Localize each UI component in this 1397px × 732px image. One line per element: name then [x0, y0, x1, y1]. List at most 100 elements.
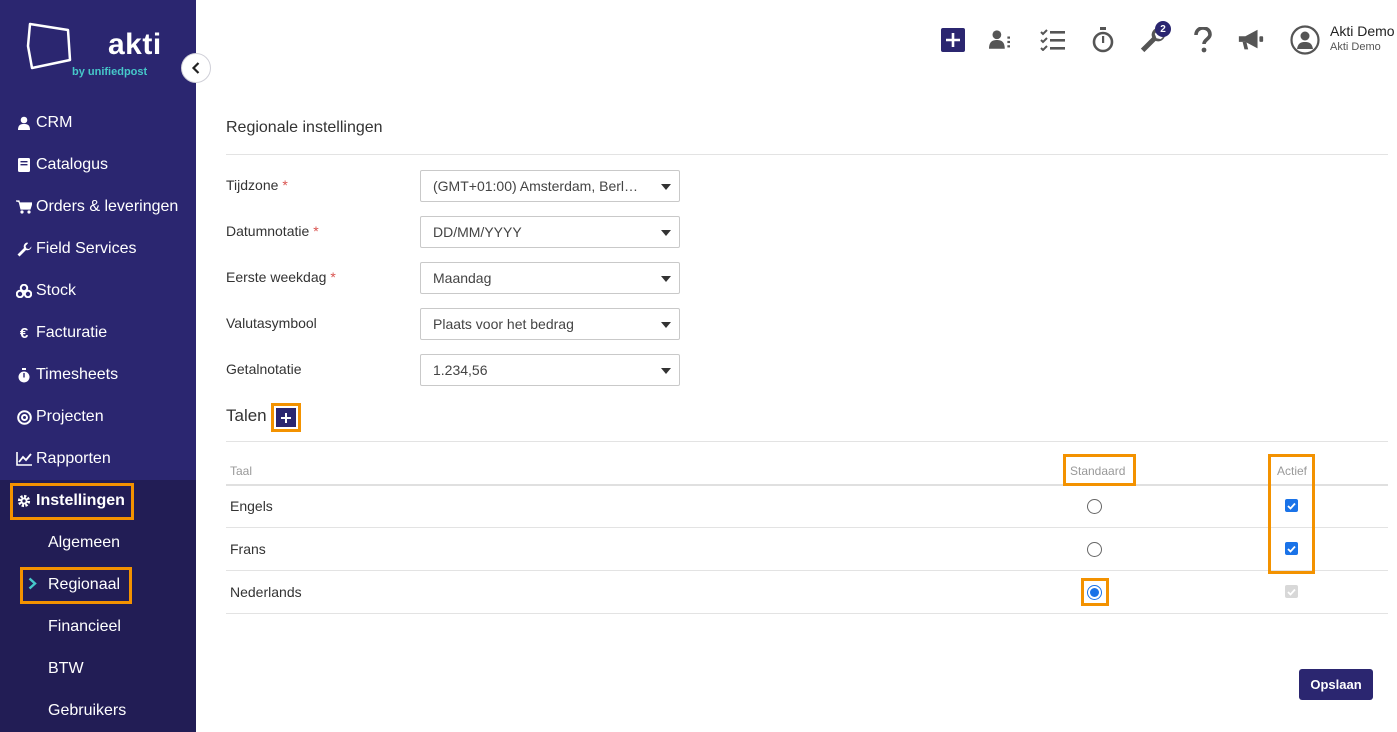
sidebar-item-label: Facturatie [36, 324, 108, 341]
logo-mark-icon [26, 22, 72, 70]
caret-down-icon [661, 322, 671, 328]
help-button[interactable] [1189, 26, 1217, 54]
sidebar-subitem-label: Algemeen [48, 534, 121, 551]
sidebar-item-rapporten[interactable]: Rapporten [0, 438, 196, 480]
user-name: Akti Demo [1330, 23, 1395, 39]
select-value: Maandag [433, 270, 492, 286]
save-button[interactable]: Opslaan [1299, 669, 1373, 700]
sidebar-item-label: Projecten [36, 408, 104, 425]
select-value: DD/MM/YYYY [433, 224, 522, 240]
sidebar-nav: CRM Catalogus Orders & leveringen Field … [0, 102, 196, 480]
cart-icon [16, 199, 32, 215]
sidebar-item-label: Catalogus [36, 156, 109, 173]
first-weekday-select[interactable]: Maandag [420, 262, 680, 294]
caret-down-icon [661, 184, 671, 190]
sidebar-item-label: Timesheets [36, 366, 119, 383]
number-format-select[interactable]: 1.234,56 [420, 354, 680, 386]
table-row-divider [226, 613, 1388, 614]
sidebar-item-crm[interactable]: CRM [0, 102, 196, 144]
table-row-divider [226, 527, 1388, 528]
sidebar-item-stock[interactable]: Stock [0, 270, 196, 312]
tasks-button[interactable] [1039, 26, 1067, 54]
sidebar-item-timesheets[interactable]: Timesheets [0, 354, 196, 396]
default-language-radio[interactable] [1087, 499, 1102, 514]
sidebar-item-orders[interactable]: Orders & leveringen [0, 186, 196, 228]
sidebar-subitem-algemeen[interactable]: Algemeen [0, 522, 196, 564]
sidebar-subitem-btw[interactable]: BTW [0, 648, 196, 690]
megaphone-icon [1238, 29, 1264, 50]
user-icon [16, 115, 32, 131]
add-language-button[interactable] [271, 403, 301, 432]
label-text: Valutasymbool [226, 315, 317, 331]
user-menu[interactable]: Akti Demo Akti Demo [1290, 22, 1397, 58]
notification-badge: 2 [1155, 21, 1171, 37]
field-label-currency-symbol: Valutasymbool [226, 315, 317, 331]
sidebar-item-label: CRM [36, 114, 73, 131]
sidebar-subitem-financieel[interactable]: Financieel [0, 606, 196, 648]
sidebar-subitem-label: Financieel [48, 618, 121, 635]
user-company: Akti Demo [1330, 41, 1381, 53]
highlight-default-column [1063, 454, 1136, 486]
brand-tagline: by unifiedpost [72, 66, 148, 78]
announcements-button[interactable] [1237, 26, 1265, 54]
user-list-icon [989, 30, 1010, 49]
date-format-select[interactable]: DD/MM/YYYY [420, 216, 680, 248]
question-icon [1194, 27, 1212, 53]
required-marker: * [313, 223, 319, 239]
label-text: Eerste weekdag [226, 269, 327, 285]
logo[interactable]: akti by unifiedpost [0, 0, 196, 98]
currency-symbol-select[interactable]: Plaats voor het bedrag [420, 308, 680, 340]
highlight-active-column [1268, 454, 1315, 574]
chart-icon [16, 451, 32, 467]
sidebar-subitem-label: Gebruikers [48, 702, 127, 719]
label-text: Datumnotatie [226, 223, 310, 239]
page-title: Regionale instellingen [226, 119, 383, 136]
sidebar-item-projecten[interactable]: Projecten [0, 396, 196, 438]
wrench-icon [16, 241, 32, 257]
divider [226, 441, 1388, 442]
brand-name: akti [108, 28, 162, 61]
stopwatch-icon [16, 367, 32, 383]
field-label-date-format: Datumnotatie * [226, 223, 319, 239]
sidebar-subitem-gebruikers[interactable]: Gebruikers [0, 690, 196, 732]
sidebar-item-facturatie[interactable]: € Facturatie [0, 312, 196, 354]
sidebar-subitem-label: BTW [48, 660, 84, 677]
checklist-icon [1040, 29, 1065, 51]
select-value: (GMT+01:00) Amsterdam, Berlin, Bern, Rom… [433, 178, 641, 194]
chevron-left-icon [191, 62, 200, 74]
field-label-number-format: Getalnotatie [226, 361, 302, 377]
app-root: akti by unifiedpost CRM Catalogus Orders… [0, 0, 1397, 732]
label-text: Getalnotatie [226, 361, 302, 377]
language-name: Engels [230, 498, 273, 514]
language-name: Frans [230, 541, 266, 557]
default-language-radio[interactable] [1087, 542, 1102, 557]
caret-down-icon [661, 368, 671, 374]
plus-icon [276, 408, 296, 427]
languages-title: Talen [226, 406, 267, 425]
sidebar: akti by unifiedpost CRM Catalogus Orders… [0, 0, 196, 732]
timer-button[interactable] [1089, 26, 1117, 54]
active-language-checkbox [1285, 585, 1298, 598]
select-value: 1.234,56 [433, 362, 488, 378]
select-value: Plaats voor het bedrag [433, 316, 574, 332]
sidebar-item-field-services[interactable]: Field Services [0, 228, 196, 270]
check-icon [1287, 588, 1296, 596]
book-icon [16, 157, 32, 173]
timezone-select[interactable]: (GMT+01:00) Amsterdam, Berlin, Bern, Rom… [420, 170, 680, 202]
user-avatar-icon [1290, 25, 1320, 55]
divider [226, 154, 1388, 155]
sidebar-item-label: Rapporten [36, 450, 111, 467]
required-marker: * [330, 269, 336, 285]
sidebar-collapse-button[interactable] [181, 53, 211, 83]
field-label-timezone: Tijdzone * [226, 177, 288, 193]
sidebar-item-catalogus[interactable]: Catalogus [0, 144, 196, 186]
stopwatch-icon [1092, 27, 1114, 53]
add-new-button[interactable] [939, 26, 967, 54]
table-header-divider [226, 484, 1388, 486]
table-row-divider [226, 570, 1388, 571]
field-label-first-weekday: Eerste weekdag * [226, 269, 336, 285]
required-marker: * [282, 177, 288, 193]
caret-down-icon [661, 230, 671, 236]
sidebar-item-label: Stock [36, 282, 77, 299]
contacts-button[interactable] [989, 26, 1017, 54]
